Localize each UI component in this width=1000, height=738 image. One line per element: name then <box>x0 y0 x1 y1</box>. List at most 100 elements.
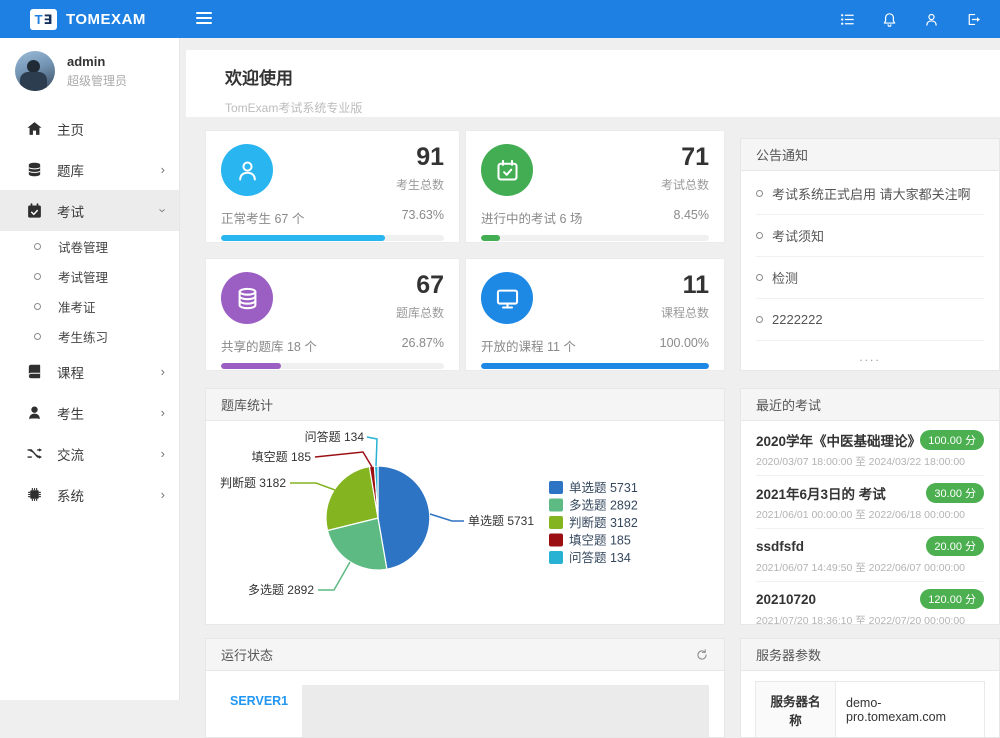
notice-item[interactable]: 检测 <box>756 257 984 299</box>
circle-icon <box>756 232 763 239</box>
question-bank-stats-panel: 题库统计 单选题 5731单选题 5731多选题 2892多选题 2892判断题… <box>205 388 725 625</box>
chevron-right-icon: › <box>161 406 165 419</box>
chevron-right-icon: › <box>161 163 165 176</box>
refresh-button[interactable] <box>695 648 709 662</box>
circle-icon <box>34 243 41 250</box>
sidebar-item-students[interactable]: 考生 › <box>0 392 179 433</box>
chart-panel-header: 题库统计 <box>206 389 724 421</box>
pie-slice-1[interactable] <box>378 466 430 569</box>
database-circle-icon <box>221 272 273 324</box>
server-params-header: 服务器参数 <box>741 639 999 671</box>
pie-label-line <box>318 562 350 590</box>
database-icon <box>26 161 43 178</box>
sidebar-item-exam-management[interactable]: 考试管理 <box>0 261 179 291</box>
exam-date-range: 2021/07/20 18:36:10 至 2022/07/20 00:00:0… <box>756 613 984 625</box>
calendar-check-icon <box>26 202 43 219</box>
legend-swatch[interactable] <box>549 499 563 512</box>
brand[interactable]: T∃ TOMEXAM <box>0 9 180 30</box>
score-badge: 30.00 分 <box>926 483 984 503</box>
sidebar-item-question-bank[interactable]: 题库 › <box>0 149 179 190</box>
legend-swatch[interactable] <box>549 551 563 564</box>
exam-submenu: 试卷管理 考试管理 准考证 考生练习 <box>0 231 179 351</box>
sidebar-item-admission-ticket[interactable]: 准考证 <box>0 291 179 321</box>
server-tab[interactable]: SERVER1 <box>230 685 288 738</box>
server-name-label: 服务器名称 <box>756 682 836 738</box>
chevron-right-icon: › <box>161 365 165 378</box>
stat-percent: 26.87% <box>402 336 444 355</box>
home-icon <box>26 120 43 137</box>
notifications-button[interactable] <box>881 11 898 28</box>
stat-label: 课程总数 <box>661 304 709 321</box>
book-icon <box>26 363 43 380</box>
logout-button[interactable] <box>965 11 982 28</box>
profile-button[interactable] <box>923 11 940 28</box>
sidebar-item-paper-management[interactable]: 试卷管理 <box>0 231 179 261</box>
circle-icon <box>34 273 41 280</box>
stat-label: 考生总数 <box>396 176 444 193</box>
user-box[interactable]: admin 超级管理员 <box>0 38 179 104</box>
welcome-panel: 欢迎使用 TomExam考试系统专业版 <box>186 50 1000 117</box>
progress-bar <box>221 363 444 369</box>
notices-header: 公告通知 <box>741 139 999 171</box>
sidebar-item-course[interactable]: 课程 › <box>0 351 179 392</box>
stat-card-students[interactable]: 91 考生总数 正常考生 67 个 73.63% <box>205 130 460 243</box>
recent-exam-item[interactable]: 2020学年《中医基础理论》100.00 分 2020/03/07 18:00:… <box>756 423 984 476</box>
server-name-value: demo-pro.tomexam.com <box>836 682 985 738</box>
circle-icon <box>34 333 41 340</box>
stat-card-question-banks[interactable]: 67 题库总数 共享的题库 18 个 26.87% <box>205 258 460 371</box>
stat-sub: 开放的课程 11 个 <box>481 336 576 355</box>
sidebar-item-system[interactable]: 系统 › <box>0 474 179 515</box>
legend-swatch[interactable] <box>549 516 563 529</box>
sidebar-item-home[interactable]: 主页 <box>0 108 179 149</box>
hamburger-icon <box>196 11 212 25</box>
shuffle-icon <box>26 445 43 462</box>
legend-label[interactable]: 判断题 3182 <box>569 515 638 530</box>
running-status-panel: 运行状态 SERVER1 <box>205 638 725 738</box>
notice-item[interactable]: 考试须知 <box>756 215 984 257</box>
sidebar-item-student-practice[interactable]: 考生练习 <box>0 321 179 351</box>
stat-card-courses[interactable]: 11 课程总数 开放的课程 11 个 100.00% <box>465 258 725 371</box>
legend-label[interactable]: 填空题 185 <box>569 534 631 548</box>
bell-icon <box>881 11 898 28</box>
recent-exam-item[interactable]: 20210720120.00 分 2021/07/20 18:36:10 至 2… <box>756 582 984 625</box>
circle-icon <box>756 190 763 197</box>
calendar-check-circle-icon <box>481 144 533 196</box>
legend-label[interactable]: 多选题 2892 <box>569 499 638 513</box>
topbar-actions <box>839 11 982 28</box>
notice-item[interactable]: 考试系统正式启用 请大家都关注啊 <box>756 173 984 215</box>
exam-date-range: 2021/06/01 00:00:00 至 2022/06/18 00:00:0… <box>756 507 984 522</box>
recent-exam-item[interactable]: ssdfsfd20.00 分 2021/06/07 14:49:50 至 202… <box>756 529 984 582</box>
stat-percent: 100.00% <box>660 336 709 355</box>
recent-exam-item[interactable]: 2021年6月3日的 考试30.00 分 2021/06/01 00:00:00… <box>756 476 984 529</box>
topbar: T∃ TOMEXAM <box>0 0 1000 38</box>
stat-value: 67 <box>396 272 444 300</box>
server-row: 服务器名称 demo-pro.tomexam.com <box>756 682 985 738</box>
server-params-panel: 服务器参数 服务器名称 demo-pro.tomexam.com <box>740 638 1000 738</box>
sidebar-nav: 主页 题库 › 考试 › 试卷管理 <box>0 108 179 515</box>
user-name: admin <box>67 54 127 69</box>
sidebar-item-communication[interactable]: 交流 › <box>0 433 179 474</box>
main-content: 欢迎使用 TomExam考试系统专业版 91 考生总数 正常考生 67 个 73… <box>186 38 1000 700</box>
page-title: 欢迎使用 <box>225 64 1000 89</box>
legend-swatch[interactable] <box>549 481 563 494</box>
user-icon <box>923 11 940 28</box>
stat-sub: 共享的题库 18 个 <box>221 336 317 355</box>
legend-swatch[interactable] <box>549 534 563 547</box>
brand-text: TOMEXAM <box>66 11 146 28</box>
sidebar-toggle-button[interactable] <box>192 7 216 32</box>
notice-item[interactable]: 2222222 <box>756 299 984 341</box>
sidebar-item-exam[interactable]: 考试 › <box>0 190 179 231</box>
notices-more[interactable]: .... <box>756 350 984 364</box>
legend-label[interactable]: 单选题 5731 <box>569 481 638 495</box>
tab-strip <box>302 685 709 738</box>
list-icon <box>839 11 856 28</box>
chevron-right-icon: › <box>161 488 165 501</box>
score-badge: 120.00 分 <box>920 589 984 609</box>
legend-label[interactable]: 问答题 134 <box>569 550 631 565</box>
exam-date-range: 2020/03/07 18:00:00 至 2024/03/22 18:00:0… <box>756 454 984 469</box>
running-status-header: 运行状态 <box>221 645 273 664</box>
pie-label: 单选题 5731 <box>468 514 534 528</box>
stat-card-exams[interactable]: 71 考试总数 进行中的考试 6 场 8.45% <box>465 130 725 243</box>
log-list-button[interactable] <box>839 11 856 28</box>
stat-value: 71 <box>661 144 709 172</box>
